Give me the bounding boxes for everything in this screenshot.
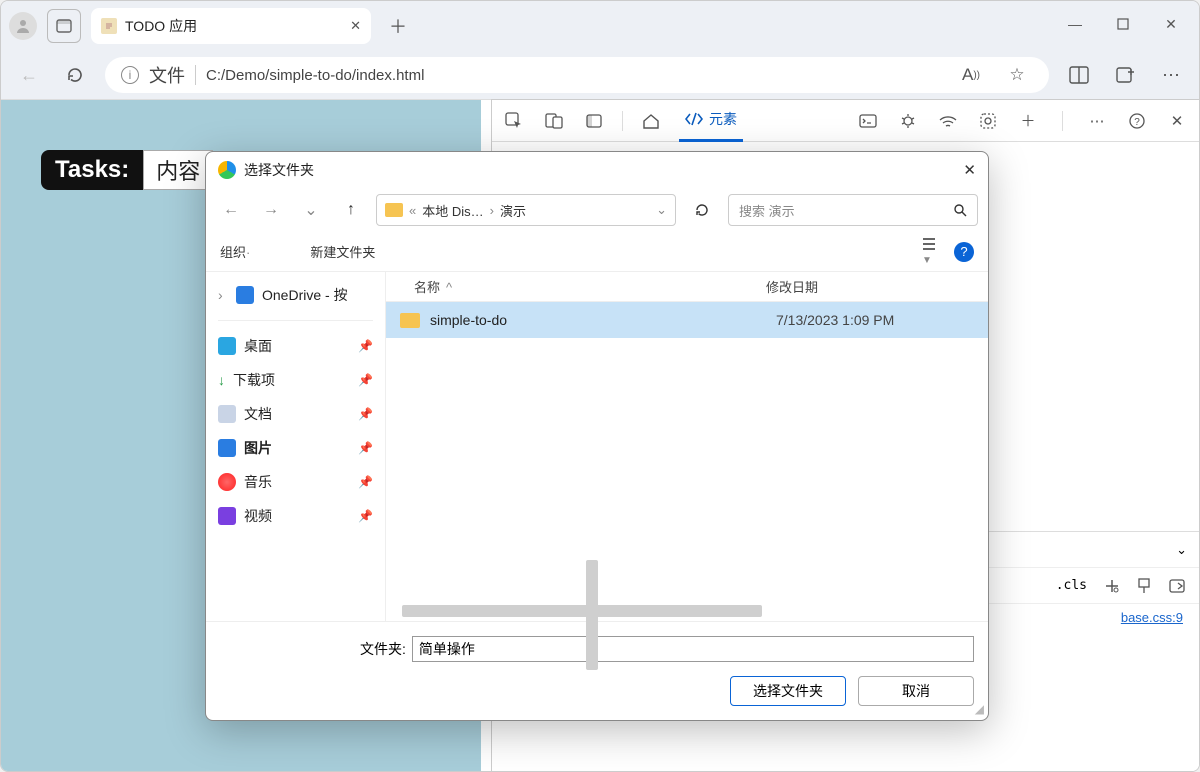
welcome-tab-button[interactable]: [639, 109, 663, 133]
tasks-input[interactable]: 内容: [143, 150, 213, 190]
dialog-navbar: ← → ⌄ ↑ « 本地 Dis… › 演示 ⌄ 搜索 演示: [206, 188, 988, 232]
refresh-folder-button[interactable]: [690, 198, 714, 222]
back-button[interactable]: ←: [13, 59, 45, 91]
maximize-button[interactable]: [1103, 9, 1143, 39]
devtools-toolbar: 元素 ＋ ⋯ ?: [492, 100, 1199, 142]
sidebar-scrollbar[interactable]: [586, 560, 598, 670]
omnibox-sep: [195, 65, 196, 85]
devtools-help-button[interactable]: ?: [1125, 109, 1149, 133]
folder-icon: [385, 203, 403, 217]
crumb-dropdown-icon[interactable]: ⌄: [656, 202, 667, 218]
search-icon: [953, 203, 967, 217]
source-link[interactable]: base.css:9: [1121, 610, 1183, 625]
browser-tab[interactable]: TODO 应用 ✕: [91, 8, 371, 44]
crumb-current[interactable]: 演示: [500, 201, 526, 220]
close-button[interactable]: ✕: [1151, 9, 1191, 39]
folder-label: 文件夹:: [360, 639, 406, 659]
dialog-titlebar: 选择文件夹 ✕: [206, 152, 988, 188]
titlebar: TODO 应用 ✕ ＋ — ✕: [1, 1, 1199, 51]
sidebar-item-documents[interactable]: 文档📌: [214, 397, 377, 431]
device-toggle-button[interactable]: [542, 109, 566, 133]
edge-icon: [218, 161, 236, 179]
url-path: C:/Demo/simple-to-do/index.html: [206, 67, 424, 84]
split-screen-button[interactable]: [1063, 59, 1095, 91]
cancel-button[interactable]: 取消: [858, 676, 974, 706]
forward-nav-button[interactable]: →: [256, 195, 286, 225]
tab-favicon: [101, 18, 117, 34]
styles-format-button[interactable]: [1137, 578, 1151, 594]
omnibox-actions: A)) ☆: [955, 59, 1033, 91]
organize-menu[interactable]: 组织·: [220, 242, 250, 261]
elements-tab-label: 元素: [709, 109, 737, 129]
svg-text:?: ?: [1134, 117, 1140, 128]
sidebar-item-pictures[interactable]: 图片📌: [214, 431, 377, 465]
network-conditions-button[interactable]: [936, 109, 960, 133]
menu-button[interactable]: ⋯: [1155, 59, 1187, 91]
toolbar-sep: [622, 111, 623, 131]
site-info-icon[interactable]: i: [121, 66, 139, 84]
more-tabs-button[interactable]: ＋: [1016, 109, 1040, 133]
sidebar-item-desktop[interactable]: 桌面📌: [214, 329, 377, 363]
sidebar-item-downloads[interactable]: ↓下载项📌: [214, 363, 377, 397]
horizontal-scrollbar[interactable]: [402, 605, 762, 617]
profile-avatar[interactable]: [9, 12, 37, 40]
dialog-toolbar: 组织· 新建文件夹 ▼ ?: [206, 232, 988, 272]
console-toggle-button[interactable]: [856, 109, 880, 133]
back-nav-button[interactable]: ←: [216, 195, 246, 225]
folder-picker-dialog: 选择文件夹 ✕ ← → ⌄ ↑ « 本地 Dis… › 演示 ⌄ 搜索 演示: [205, 151, 989, 721]
favorite-button[interactable]: ☆: [1001, 59, 1033, 91]
recent-nav-button[interactable]: ⌄: [296, 195, 326, 225]
elements-tab[interactable]: 元素: [679, 100, 743, 142]
read-aloud-button[interactable]: A)): [955, 59, 987, 91]
collections-button[interactable]: [1109, 59, 1141, 91]
styles-expand-icon[interactable]: ⌄: [1176, 542, 1187, 558]
resize-grip[interactable]: ◢: [975, 702, 984, 716]
folder-search-input[interactable]: 搜索 演示: [728, 194, 978, 226]
dialog-sidebar: › OneDrive - 按 桌面📌 ↓下载项📌 文档📌 图片📌 音乐📌: [206, 272, 386, 621]
omnibox[interactable]: i 文件 C:/Demo/simple-to-do/index.html A))…: [105, 57, 1049, 93]
help-button[interactable]: ?: [954, 242, 974, 262]
new-tab-button[interactable]: ＋: [381, 9, 415, 43]
new-folder-button[interactable]: 新建文件夹: [310, 242, 375, 261]
crumb-disk[interactable]: 本地 Dis…: [422, 201, 483, 220]
sidebar-item-music[interactable]: 音乐📌: [214, 465, 377, 499]
folder-name-input[interactable]: 简单操作: [412, 636, 974, 662]
tab-close-button[interactable]: ✕: [350, 18, 361, 34]
toolbar-sep2: [1062, 111, 1063, 131]
dialog-close-button[interactable]: ✕: [963, 161, 976, 179]
url-scheme-label: 文件: [149, 62, 185, 88]
breadcrumb[interactable]: « 本地 Dis… › 演示 ⌄: [376, 194, 676, 226]
sidebar-item-videos[interactable]: 视频📌: [214, 499, 377, 533]
list-header[interactable]: 名称^ 修改日期: [386, 272, 988, 302]
dialog-title: 选择文件夹: [244, 160, 314, 180]
tasks-label: Tasks:: [41, 150, 143, 190]
sidebar-item-onedrive[interactable]: › OneDrive - 按: [214, 278, 377, 312]
new-style-rule-button[interactable]: [1105, 579, 1119, 593]
tab-title: TODO 应用: [125, 16, 342, 36]
search-placeholder: 搜索 演示: [739, 201, 795, 220]
refresh-button[interactable]: [59, 59, 91, 91]
list-row-selected[interactable]: simple-to-do 7/13/2023 1:09 PM: [386, 302, 988, 338]
view-mode-button[interactable]: ▼: [922, 237, 940, 266]
devtools-close-button[interactable]: ✕: [1165, 109, 1189, 133]
select-folder-button[interactable]: 选择文件夹: [730, 676, 846, 706]
folder-icon: [400, 313, 420, 328]
styles-pane-menu-button[interactable]: [1169, 579, 1185, 593]
issues-button[interactable]: [896, 109, 920, 133]
minimize-button[interactable]: —: [1055, 9, 1095, 39]
settings-button[interactable]: [976, 109, 1000, 133]
devtools-more-button[interactable]: ⋯: [1085, 109, 1109, 133]
browser-window: TODO 应用 ✕ ＋ — ✕ ← i 文件 C:/Demo/simple-to…: [0, 0, 1200, 772]
tab-actions-button[interactable]: [47, 9, 81, 43]
window-controls: — ✕: [1055, 9, 1191, 39]
file-list: 名称^ 修改日期 simple-to-do 7/13/2023 1:09 PM: [386, 272, 988, 621]
dock-side-button[interactable]: [582, 109, 606, 133]
inspect-element-button[interactable]: [502, 109, 526, 133]
cls-toggle[interactable]: .cls: [1056, 578, 1087, 593]
up-nav-button[interactable]: ↑: [336, 195, 366, 225]
address-bar: ← i 文件 C:/Demo/simple-to-do/index.html A…: [1, 51, 1199, 99]
